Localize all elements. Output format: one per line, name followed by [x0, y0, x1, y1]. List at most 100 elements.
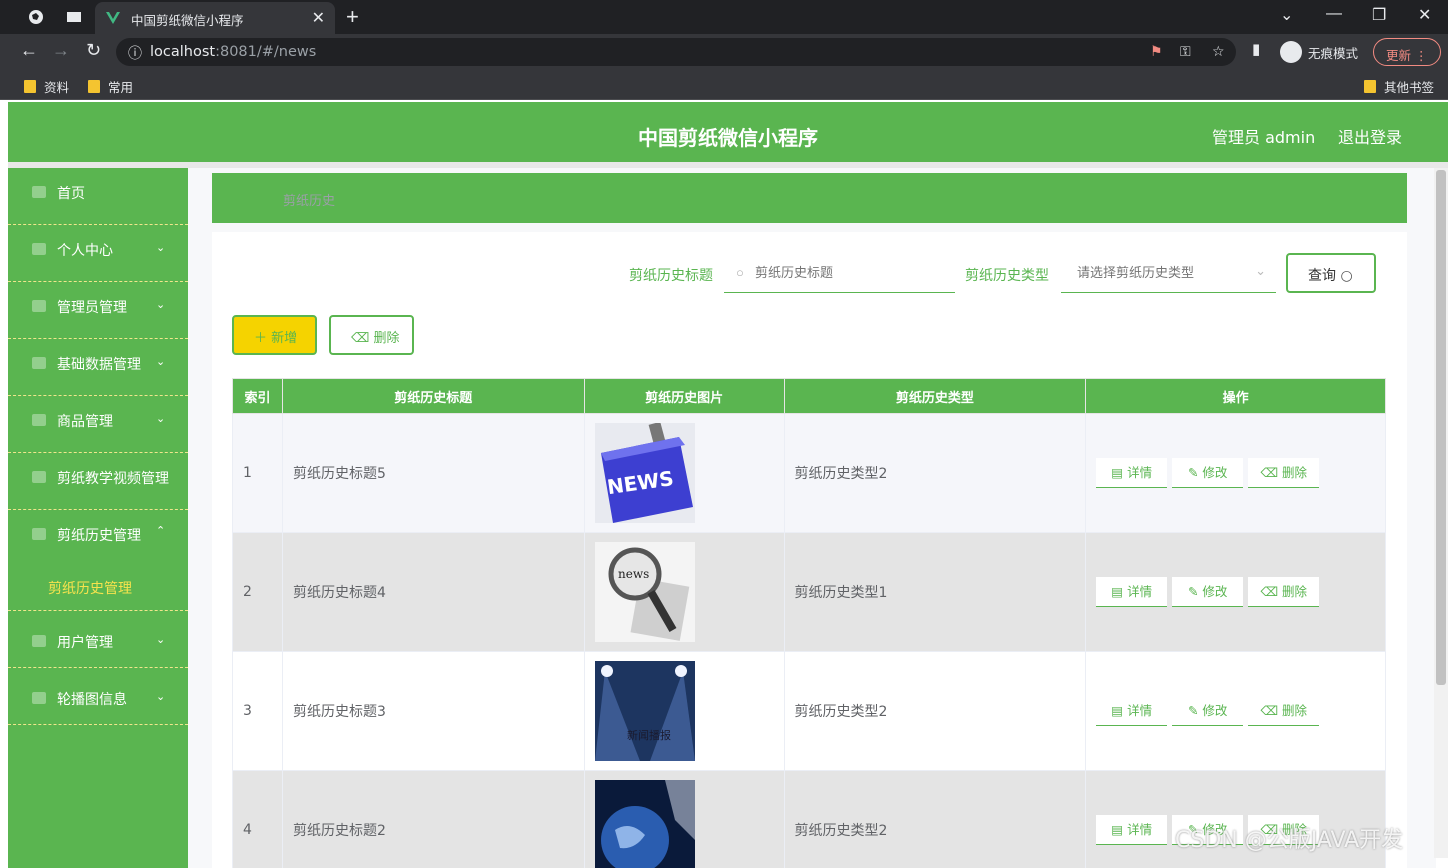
- close-window-icon[interactable]: ✕: [1418, 5, 1431, 25]
- bookmarks-bar: 资料 常用 其他书签: [0, 70, 1448, 100]
- history-table: 索引 剪纸历史标题 剪纸历史图片 剪纸历史类型 操作 1 剪纸历史标题5 NEW…: [232, 378, 1386, 868]
- globe-icon[interactable]: [28, 9, 44, 25]
- address-bar[interactable]: ⓘ localhost:8081/#/news ⚑ ⚿ ☆: [116, 38, 1236, 66]
- edit-button[interactable]: ✎ 修改: [1172, 458, 1244, 488]
- type-filter-label: 剪纸历史类型: [965, 268, 1049, 284]
- news-magnifier-image[interactable]: news: [594, 542, 695, 642]
- column-header[interactable]: 索引: [232, 378, 283, 414]
- breadcrumb[interactable]: 剪纸历史: [283, 190, 335, 209]
- sidebar-item-products[interactable]: 商品管理 ⌄: [8, 396, 188, 453]
- detail-button[interactable]: ▤ 详情: [1096, 696, 1168, 726]
- scrollbar-thumb[interactable]: [1436, 170, 1446, 685]
- table-row[interactable]: 3 剪纸历史标题3 新闻播报 剪纸历史类型2 ▤ 详情 ✎ 修改 ⌫ 删除: [232, 651, 1386, 771]
- new-tab-icon[interactable]: +: [346, 4, 359, 30]
- add-button[interactable]: ＋ 新增: [232, 315, 317, 355]
- back-icon[interactable]: ←: [20, 40, 38, 61]
- row-index: 4: [232, 770, 283, 868]
- update-button[interactable]: 更新 ⋮: [1373, 38, 1441, 66]
- edit-button[interactable]: ✎ 修改: [1172, 577, 1244, 607]
- detail-button[interactable]: ▤ 详情: [1096, 577, 1168, 607]
- picture-icon: [32, 692, 46, 704]
- bookmark-star-icon[interactable]: ☆: [1212, 43, 1225, 60]
- chevron-down-icon: ⌄: [156, 299, 166, 311]
- search-icon: ○: [736, 265, 744, 280]
- active-tab[interactable]: 中国剪纸微信小程序 ✕: [95, 2, 335, 34]
- batch-delete-button[interactable]: ⌫ 删除: [329, 315, 414, 355]
- folder-icon: [24, 80, 36, 93]
- sidebar: 首页 个人中心 ⌄ 管理员管理 ⌄ 基础数据管理 ⌄ 商品管理 ⌄ 剪纸教学视频…: [8, 168, 188, 868]
- chevron-up-icon: ⌃: [156, 525, 166, 537]
- news-stage-image[interactable]: 新闻播报: [594, 661, 695, 761]
- row-actions: ▤ 详情 ✎ 修改 ⌫ 删除: [1085, 413, 1386, 533]
- logout-link[interactable]: 退出登录: [1338, 124, 1402, 148]
- chevron-down-icon: ⌄: [156, 413, 166, 425]
- folder-icon: [1364, 80, 1376, 93]
- incognito-label: 无痕模式: [1308, 45, 1359, 61]
- key-icon[interactable]: ⚿: [1180, 43, 1191, 60]
- news-globe-image[interactable]: [594, 780, 695, 868]
- users-icon: [32, 635, 46, 647]
- bookmark-folder[interactable]: 资料: [24, 77, 69, 96]
- detail-button[interactable]: ▤ 详情: [1096, 815, 1168, 845]
- folder-icon: [88, 80, 100, 93]
- delete-button[interactable]: ⌫ 删除: [1248, 458, 1320, 488]
- svg-text:新闻播报: 新闻播报: [627, 728, 671, 742]
- row-actions: ▤ 详情 ✎ 修改 ⌫ 删除: [1085, 651, 1386, 771]
- vue-logo-icon: [106, 12, 120, 24]
- news-key-image[interactable]: NEWS: [594, 423, 695, 523]
- bookmark-folder[interactable]: 常用: [88, 77, 133, 96]
- query-button[interactable]: 查询 ○: [1286, 253, 1376, 293]
- column-header[interactable]: 剪纸历史图片: [583, 378, 785, 414]
- table-row[interactable]: 1 剪纸历史标题5 NEWS 剪纸历史类型2 ▤ 详情 ✎ 修改 ⌫ 删除: [232, 413, 1386, 533]
- row-title: 剪纸历史标题3: [281, 651, 585, 771]
- title-search-input[interactable]: ○: [724, 255, 955, 293]
- column-header[interactable]: 剪纸历史标题: [281, 378, 585, 414]
- row-index: 3: [232, 651, 283, 771]
- title-filter-label: 剪纸历史标题: [629, 268, 713, 284]
- other-bookmarks[interactable]: 其他书签: [1364, 77, 1434, 96]
- sidebar-item-videos[interactable]: 剪纸教学视频管理: [8, 453, 188, 510]
- tab-close-icon[interactable]: ✕: [312, 8, 325, 28]
- minimize-icon[interactable]: —: [1326, 5, 1342, 23]
- sidebar-item-users[interactable]: 用户管理 ⌄: [8, 611, 188, 668]
- plus-icon: ＋: [254, 331, 268, 346]
- row-type: 剪纸历史类型2: [783, 651, 1087, 771]
- delete-button[interactable]: ⌫ 删除: [1248, 696, 1320, 726]
- sidebar-subitem-history[interactable]: 剪纸历史管理: [8, 568, 188, 611]
- column-header[interactable]: 操作: [1085, 378, 1386, 414]
- svg-text:news: news: [618, 567, 649, 581]
- browser-toolbar: ← → ↻ ⓘ localhost:8081/#/news ⚑ ⚿ ☆ ▮ 无痕…: [0, 34, 1448, 70]
- table-header-row: 索引 剪纸历史标题 剪纸历史图片 剪纸历史类型 操作: [232, 378, 1386, 414]
- sidebar-item-admins[interactable]: 管理员管理 ⌄: [8, 282, 188, 339]
- forward-icon[interactable]: →: [52, 40, 70, 61]
- edit-button[interactable]: ✎ 修改: [1172, 696, 1244, 726]
- reload-icon[interactable]: ↻: [86, 40, 101, 61]
- url-text: localhost:8081/#/news: [150, 44, 317, 60]
- blocked-popup-icon[interactable]: ⚑: [1150, 43, 1163, 60]
- sidebar-item-history[interactable]: 剪纸历史管理 ⌃: [8, 510, 188, 568]
- title-input[interactable]: [724, 255, 955, 291]
- detail-button[interactable]: ▤ 详情: [1096, 458, 1168, 488]
- sidebar-item-carousel[interactable]: 轮播图信息 ⌄: [8, 668, 188, 725]
- table-row[interactable]: 2 剪纸历史标题4 news 剪纸历史类型1 ▤ 详情 ✎ 修改 ⌫ 删除: [232, 532, 1386, 652]
- history-icon: [32, 528, 46, 540]
- site-info-icon[interactable]: ⓘ: [128, 43, 142, 63]
- type-select-input[interactable]: [1061, 255, 1276, 291]
- goods-icon: [32, 414, 46, 426]
- side-panel-icon[interactable]: ▮: [1252, 40, 1260, 58]
- delete-button[interactable]: ⌫ 删除: [1248, 577, 1320, 607]
- more-menu-icon[interactable]: ⋮: [1415, 48, 1428, 63]
- sidebar-item-profile[interactable]: 个人中心 ⌄: [8, 225, 188, 282]
- type-select[interactable]: ⌄: [1061, 255, 1276, 293]
- restore-icon[interactable]: ❐: [1372, 5, 1386, 25]
- column-header[interactable]: 剪纸历史类型: [783, 378, 1087, 414]
- main-content: 剪纸历史 剪纸历史标题 ○ 剪纸历史类型 ⌄ 查询 ○ ＋ 新增 ⌫ 删除: [188, 168, 1436, 868]
- tab-search-icon[interactable]: ⌄: [1280, 5, 1293, 25]
- sidebar-item-home[interactable]: 首页: [8, 168, 188, 225]
- window-tab-icon[interactable]: [66, 9, 82, 25]
- sidebar-item-basic-data[interactable]: 基础数据管理 ⌄: [8, 339, 188, 396]
- app-viewport: 中国剪纸微信小程序 管理员 admin 退出登录 首页 个人中心 ⌄ 管理员管理…: [8, 102, 1448, 868]
- incognito-indicator[interactable]: 无痕模式: [1280, 39, 1358, 65]
- row-title: 剪纸历史标题4: [281, 532, 585, 652]
- row-type: 剪纸历史类型2: [783, 413, 1087, 533]
